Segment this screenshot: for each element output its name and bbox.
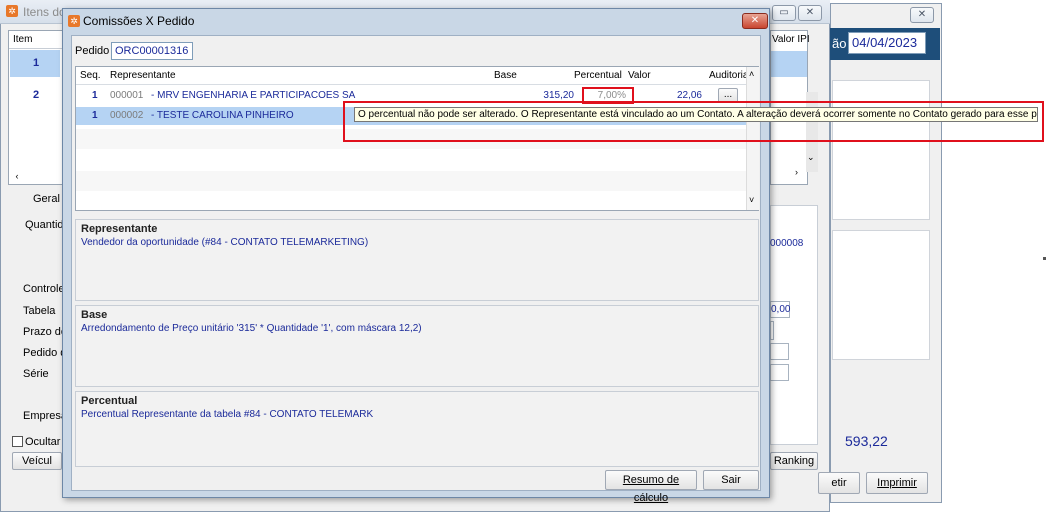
row-base: 315,20 xyxy=(543,90,574,101)
order-close-icon[interactable]: ✕ xyxy=(910,7,934,23)
panel-base-text: Arredondamento de Preço unitário '315' *… xyxy=(81,323,422,334)
scroll-right-icon[interactable]: › xyxy=(795,167,798,177)
label-serie: Série xyxy=(23,368,49,380)
bg-value-field[interactable]: 0,00 xyxy=(770,301,790,318)
row-percentual[interactable]: 7,00% xyxy=(588,90,626,101)
percentual-tooltip: O percentual não pode ser alterado. O Re… xyxy=(354,107,1038,122)
scroll-down-icon[interactable]: ⌄ xyxy=(807,152,815,163)
empty-row xyxy=(76,171,746,191)
col-valor[interactable]: Valor xyxy=(628,70,651,81)
row-code: 000002 xyxy=(110,110,144,121)
bg-code-value: 000008 xyxy=(770,238,804,249)
col-percentual[interactable]: Percentual xyxy=(574,70,622,81)
repetir-button[interactable]: etir xyxy=(818,472,860,494)
panel-representante: Representante Vendedor da oportunidade (… xyxy=(75,219,759,301)
scroll-up-icon[interactable]: ˄ xyxy=(749,69,754,79)
tab-geral[interactable]: Geral xyxy=(33,193,60,205)
label-tabela: Tabela xyxy=(23,305,56,317)
ocultar-checkbox[interactable] xyxy=(12,436,23,447)
panel-percentual: Percentual Percentual Representante da t… xyxy=(75,391,759,467)
row-seq: 1 xyxy=(92,90,98,101)
panel-representante-title: Representante xyxy=(81,223,158,235)
dialog-close-icon[interactable]: ✕ xyxy=(742,13,768,29)
order-date-field[interactable]: 04/04/2023 xyxy=(848,32,926,54)
order-total: 593,22 xyxy=(845,433,888,449)
pedido-label: Pedido xyxy=(75,45,110,57)
col-seq[interactable]: Seq. xyxy=(80,70,101,81)
panel-base-title: Base xyxy=(81,309,108,321)
bg-field-b[interactable] xyxy=(770,343,789,360)
scroll-left-icon[interactable]: ‹ xyxy=(10,171,24,184)
grid-header-divider xyxy=(76,84,746,85)
stray-dot xyxy=(1043,257,1046,260)
items-col-item: Item xyxy=(13,34,33,45)
veiculo-button[interactable]: Veícul xyxy=(12,452,62,470)
panel-percentual-text: Percentual Representante da tabela #84 -… xyxy=(81,409,374,420)
bg-field-a[interactable] xyxy=(770,321,774,340)
dialog-app-icon: ✲ xyxy=(68,15,80,27)
items-row-2-number: 2 xyxy=(33,89,40,101)
panel-percentual-title: Percentual xyxy=(81,395,138,407)
ranking-button[interactable]: Ranking xyxy=(770,452,818,470)
label-empresa: Empresa xyxy=(23,410,68,422)
sair-button[interactable]: Sair xyxy=(703,470,759,490)
resumo-calculo-button[interactable]: Resumo de cálculo xyxy=(605,470,697,504)
comissoes-dialog: ✲ Comissões X Pedido ✕ Pedido ORC0000131… xyxy=(62,8,770,504)
items-row-1-number: 1 xyxy=(33,57,40,69)
panel-representante-text: Vendedor da oportunidade (#84 - CONTATO … xyxy=(81,237,369,248)
label-prazo: Prazo de xyxy=(23,326,68,338)
order-date-label: ão xyxy=(832,36,847,51)
imprimir-button[interactable]: Imprimir xyxy=(866,472,928,494)
bg-field-c[interactable] xyxy=(770,364,789,381)
panel-base: Base Arredondamento de Preço unitário '3… xyxy=(75,305,759,387)
dialog-title: Comissões X Pedido xyxy=(83,14,195,28)
scroll-down-icon[interactable]: ˅ xyxy=(749,195,754,205)
col-auditoria[interactable]: Auditoria xyxy=(709,70,748,81)
items-col-valor-ipi: Valor IPI xyxy=(772,34,810,45)
items-window-title: Itens do xyxy=(23,5,66,19)
col-representante[interactable]: Representante xyxy=(110,70,176,81)
row-name: - TESTE CAROLINA PINHEIRO xyxy=(151,110,294,121)
pedido-input[interactable]: ORC00001316 xyxy=(111,42,193,60)
row-code: 000001 xyxy=(110,90,144,101)
col-base[interactable]: Base xyxy=(494,70,517,81)
items-row-1-right xyxy=(771,51,807,77)
app-logo-icon: ✲ xyxy=(6,5,18,17)
row-valor: 22,06 xyxy=(676,90,702,101)
items-restore-icon[interactable]: ▭ xyxy=(772,5,796,21)
label-controle: Controle xyxy=(23,283,65,295)
row-seq: 1 xyxy=(92,110,98,121)
items-close-icon[interactable]: ✕ xyxy=(798,5,822,21)
order-panel-mid xyxy=(832,230,930,360)
row-name: - MRV ENGENHARIA E PARTICIPACOES SA xyxy=(151,90,356,101)
